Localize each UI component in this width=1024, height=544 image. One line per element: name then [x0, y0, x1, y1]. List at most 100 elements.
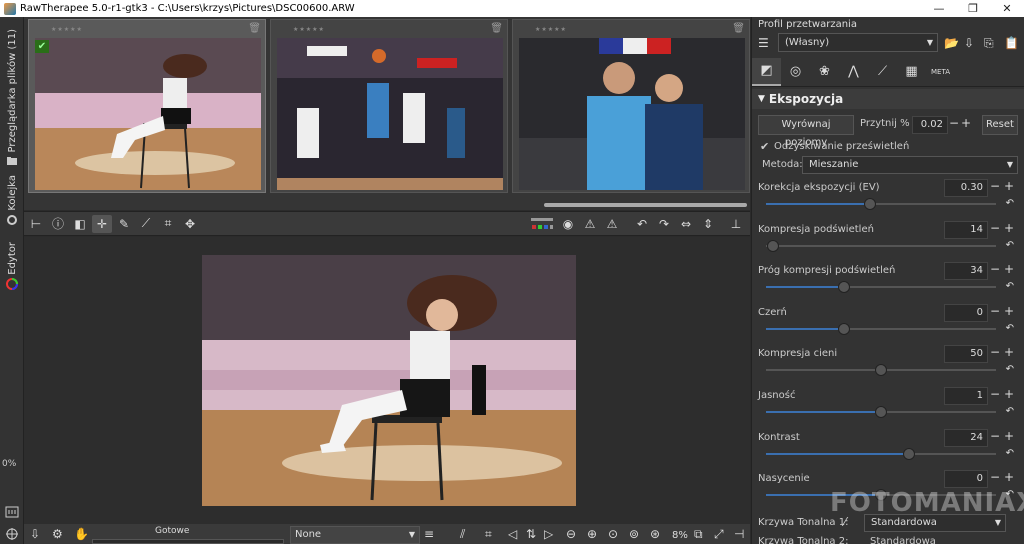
sync-icon[interactable]: ⇅	[526, 527, 536, 541]
param-reset-icon[interactable]: ↶	[1006, 240, 1014, 251]
thumbnail[interactable]: ★★★★★ 🗑	[270, 19, 508, 193]
rating-stars[interactable]: ★★★★★	[51, 26, 83, 33]
param-value-input[interactable]: 24	[944, 429, 988, 447]
reset-button[interactable]: Reset	[982, 115, 1018, 135]
color-picker-icon[interactable]: ✥	[180, 215, 200, 233]
param-plus-button[interactable]: +	[1004, 304, 1014, 318]
thumbnail[interactable]: ★★★★★ 🗑 ✔	[28, 19, 266, 193]
tab-transform-icon[interactable]: ⟋	[868, 58, 897, 86]
exposure-section-header[interactable]: ▼ Ekspozycja	[752, 89, 1024, 109]
profile-select[interactable]: (Własny) ▼	[778, 33, 938, 52]
param-slider[interactable]	[766, 198, 996, 210]
param-minus-button[interactable]: −	[990, 179, 1000, 193]
info-icon[interactable]: ⓘ	[48, 215, 68, 233]
param-minus-button[interactable]: −	[990, 304, 1000, 318]
before-after-icon[interactable]: ◧	[70, 215, 90, 233]
param-slider[interactable]	[766, 281, 996, 293]
trash-icon[interactable]: 🗑	[248, 23, 261, 34]
trash-icon[interactable]: 🗑	[732, 23, 745, 34]
zoom-100-icon[interactable]: ⊙	[608, 527, 618, 541]
param-slider[interactable]	[766, 364, 996, 376]
rating-stars[interactable]: ★★★★★	[293, 26, 325, 33]
method-select[interactable]: Mieszanie ▼	[802, 156, 1018, 174]
snapshot-select[interactable]: None ▼	[290, 526, 420, 544]
param-slider[interactable]	[766, 323, 996, 335]
auto-levels-button[interactable]: Wyrównaj poziomy	[758, 115, 854, 148]
clip-minus-button[interactable]: −	[949, 116, 959, 130]
history-toggle-icon[interactable]: ⊢	[26, 215, 46, 233]
save-profile-icon[interactable]: ⇩	[964, 36, 974, 50]
param-slider-knob[interactable]	[766, 240, 779, 252]
flip-vertical-icon[interactable]: ⇕	[698, 215, 718, 233]
hand-tool-icon[interactable]: ✛	[92, 214, 112, 233]
param-slider-knob[interactable]	[875, 406, 887, 418]
right-panel-toggle-icon[interactable]: ⊣	[734, 527, 744, 541]
param-reset-icon[interactable]: ↶	[1006, 406, 1014, 417]
zoom-out-icon[interactable]: ⊖	[566, 527, 576, 541]
previous-image-icon[interactable]: ◁	[508, 527, 517, 541]
param-plus-button[interactable]: +	[1004, 470, 1014, 484]
param-plus-button[interactable]: +	[1004, 262, 1014, 276]
param-slider[interactable]	[766, 406, 996, 418]
straighten-icon[interactable]: ⟋	[136, 215, 156, 233]
param-plus-button[interactable]: +	[1004, 179, 1014, 193]
highlight-recovery-checkbox[interactable]: ✔	[760, 140, 769, 153]
external-editor-icon[interactable]: ✋	[74, 527, 89, 541]
tab-exposure-icon[interactable]: ◩	[752, 57, 781, 86]
highlight-clip-warning-icon[interactable]: ⚠	[602, 215, 622, 233]
next-image-icon[interactable]: ▷	[544, 527, 553, 541]
param-value-input[interactable]: 50	[944, 345, 988, 363]
param-slider-knob[interactable]	[902, 448, 915, 460]
param-plus-button[interactable]: +	[1004, 429, 1014, 443]
paste-profile-icon[interactable]: 📋	[1004, 36, 1019, 50]
param-slider-knob[interactable]	[875, 364, 887, 376]
open-profile-icon[interactable]: 📂	[944, 36, 959, 50]
zoom-fit-crop-icon[interactable]: ⊛	[650, 527, 660, 541]
tab-advanced-icon[interactable]: ⋀	[839, 58, 868, 86]
thumbnail[interactable]: ★★★★★ 🗑	[512, 19, 750, 193]
param-minus-button[interactable]: −	[990, 221, 1000, 235]
flip-horizontal-icon[interactable]: ⇔	[676, 215, 696, 233]
collapse-panel-icon[interactable]: ⊥	[726, 215, 746, 233]
rotate-right-icon[interactable]: ↷	[654, 215, 674, 233]
param-value-input[interactable]: 34	[944, 262, 988, 280]
fullscreen-icon[interactable]: ⤢	[714, 527, 724, 542]
param-plus-button[interactable]: +	[1004, 221, 1014, 235]
queue-add-icon[interactable]: ⚙	[52, 527, 63, 541]
shadow-clip-warning-icon[interactable]: ⚠	[580, 215, 600, 233]
param-plus-button[interactable]: +	[1004, 387, 1014, 401]
close-button[interactable]: ✕	[990, 2, 1024, 15]
minimize-button[interactable]: —	[922, 2, 956, 15]
param-slider[interactable]	[766, 240, 996, 252]
rating-stars[interactable]: ★★★★★	[535, 26, 567, 33]
crop-icon[interactable]: ⌗	[158, 215, 178, 233]
new-window-icon[interactable]: ⧉	[694, 527, 703, 542]
param-minus-button[interactable]: −	[990, 345, 1000, 359]
param-minus-button[interactable]: −	[990, 429, 1000, 443]
param-slider[interactable]	[766, 448, 996, 460]
navigator-icon[interactable]	[5, 527, 19, 541]
histogram-icon[interactable]: ≡	[424, 527, 434, 541]
profile-list-icon[interactable]: ☰	[758, 36, 769, 50]
param-value-input[interactable]: 0	[944, 470, 988, 488]
param-value-input[interactable]: 0	[944, 304, 988, 322]
tab-raw-icon[interactable]: ▦	[897, 58, 926, 86]
filmstrip-toggle-icon[interactable]	[5, 505, 19, 519]
bb-crop-icon[interactable]: ⌗	[485, 527, 492, 542]
param-slider-knob[interactable]	[838, 323, 851, 335]
param-reset-icon[interactable]: ↶	[1006, 198, 1014, 209]
param-plus-button[interactable]: +	[1004, 345, 1014, 359]
param-slider-knob[interactable]	[863, 198, 876, 210]
zoom-fit-icon[interactable]: ⊚	[629, 527, 639, 541]
maximize-button[interactable]: ❐	[956, 2, 990, 15]
tab-file-browser[interactable]: Przeglądarka plików (11)	[2, 29, 22, 167]
zoom-in-icon[interactable]: ⊕	[587, 527, 597, 541]
param-minus-button[interactable]: −	[990, 470, 1000, 484]
tab-color-icon[interactable]: ❀	[810, 58, 839, 86]
param-reset-icon[interactable]: ↶	[1006, 364, 1014, 375]
param-slider-knob[interactable]	[838, 281, 851, 293]
bb-tool-icon[interactable]: ⫽	[460, 527, 465, 542]
rotate-left-icon[interactable]: ↶	[632, 215, 652, 233]
copy-profile-icon[interactable]: ⎘	[984, 36, 994, 51]
clip-plus-button[interactable]: +	[961, 116, 971, 130]
